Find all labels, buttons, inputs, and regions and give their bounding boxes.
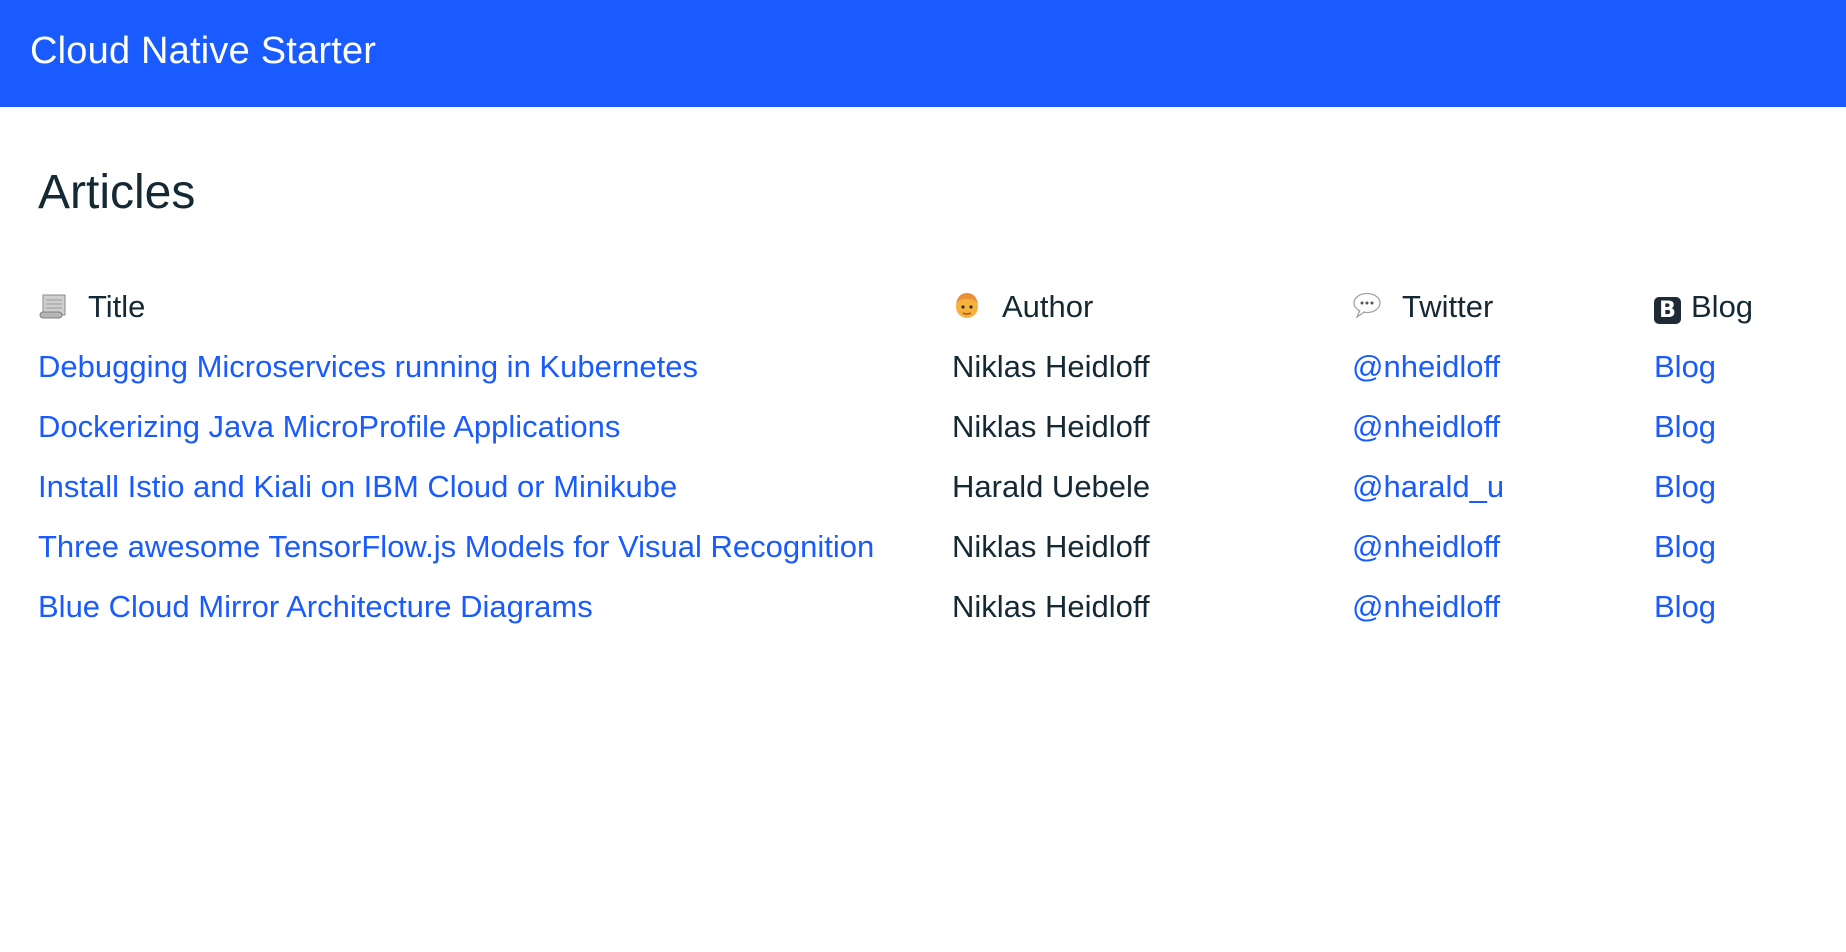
table-row: Dockerizing Java MicroProfile Applicatio… <box>38 397 1804 457</box>
blog-link[interactable]: Blog <box>1654 589 1716 624</box>
column-header-twitter-label: Twitter <box>1402 289 1494 324</box>
column-header-title-label: Title <box>88 289 146 324</box>
app-header: Cloud Native Starter <box>0 0 1846 107</box>
article-author: Niklas Heidloff <box>952 409 1150 444</box>
column-header-author-label: Author <box>1002 289 1094 324</box>
column-header-title: Title <box>38 277 952 337</box>
article-title-link[interactable]: Debugging Microservices running in Kuber… <box>38 349 698 384</box>
blog-link[interactable]: Blog <box>1654 529 1716 564</box>
blog-link[interactable]: Blog <box>1654 409 1716 444</box>
article-title-link[interactable]: Install Istio and Kiali on IBM Cloud or … <box>38 469 677 504</box>
main-content: Articles Title Author Twitter B Blog Deb… <box>0 107 1846 637</box>
article-author: Niklas Heidloff <box>952 349 1150 384</box>
table-row: Blue Cloud Mirror Architecture Diagrams … <box>38 577 1804 637</box>
b-letter-icon: B <box>1654 297 1681 324</box>
twitter-link[interactable]: @nheidloff <box>1352 409 1500 444</box>
twitter-link[interactable]: @harald_u <box>1352 469 1504 504</box>
twitter-link[interactable]: @nheidloff <box>1352 589 1500 624</box>
twitter-link[interactable]: @nheidloff <box>1352 529 1500 564</box>
blog-link[interactable]: Blog <box>1654 349 1716 384</box>
article-author: Niklas Heidloff <box>952 589 1150 624</box>
speech-balloon-icon <box>1352 292 1382 320</box>
column-header-blog-label: Blog <box>1691 289 1754 324</box>
scroll-icon <box>38 292 68 320</box>
article-title-link[interactable]: Blue Cloud Mirror Architecture Diagrams <box>38 589 593 624</box>
column-header-twitter: Twitter <box>1352 277 1654 337</box>
blog-link[interactable]: Blog <box>1654 469 1716 504</box>
article-author: Harald Uebele <box>952 469 1151 504</box>
articles-table: Title Author Twitter B Blog Debugging Mi… <box>38 277 1804 637</box>
table-header-row: Title Author Twitter B Blog <box>38 277 1804 337</box>
article-title-link[interactable]: Dockerizing Java MicroProfile Applicatio… <box>38 409 620 444</box>
article-author: Niklas Heidloff <box>952 529 1150 564</box>
table-row: Debugging Microservices running in Kuber… <box>38 337 1804 397</box>
article-title-link[interactable]: Three awesome TensorFlow.js Models for V… <box>38 529 874 564</box>
page-title: Articles <box>38 166 196 219</box>
column-header-author: Author <box>952 277 1352 337</box>
person-icon <box>952 290 982 318</box>
twitter-link[interactable]: @nheidloff <box>1352 349 1500 384</box>
column-header-blog: B Blog <box>1654 277 1804 337</box>
app-title[interactable]: Cloud Native Starter <box>30 30 376 73</box>
table-row: Install Istio and Kiali on IBM Cloud or … <box>38 457 1804 517</box>
table-row: Three awesome TensorFlow.js Models for V… <box>38 517 1804 577</box>
